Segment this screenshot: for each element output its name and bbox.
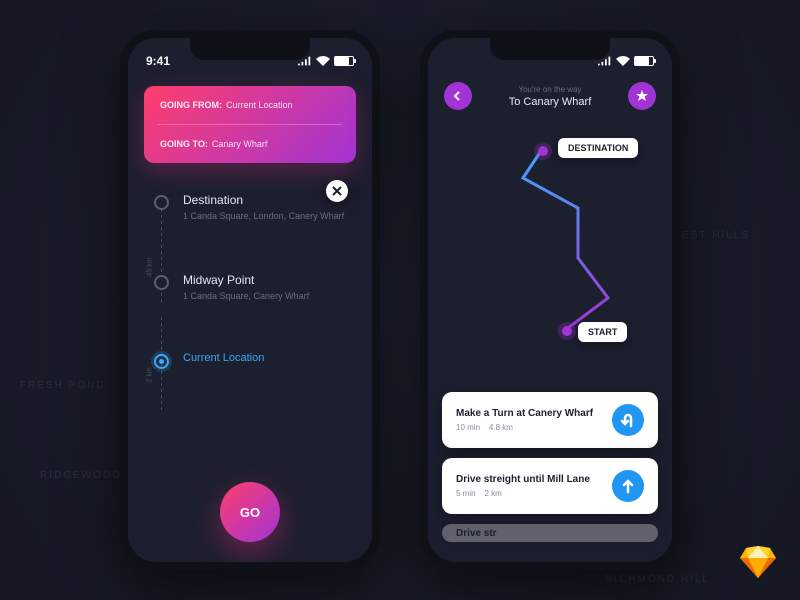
chevron-left-icon	[453, 91, 463, 101]
waypoint-destination[interactable]: Destination 1 Canda Square, London, Cane…	[154, 193, 346, 223]
start-pill[interactable]: START	[578, 322, 627, 342]
direction-meta: 10 min 4.8 km	[456, 423, 593, 432]
map-view[interactable]: DESTINATION START	[428, 118, 672, 378]
star-icon	[636, 90, 648, 102]
route-input-card[interactable]: GOING FROM: Current Location GOING TO: C…	[144, 86, 356, 163]
destination-pill[interactable]: DESTINATION	[558, 138, 638, 158]
direction-text: Make a Turn at Canery Wharf	[456, 408, 593, 419]
direction-card[interactable]: Drive streight until Mill Lane 5 min 2 k…	[442, 458, 658, 514]
route-from-value: Current Location	[226, 100, 293, 110]
phone-notch	[490, 38, 610, 60]
uturn-icon	[612, 404, 644, 436]
battery-icon	[334, 56, 354, 66]
waypoint-dot-icon	[154, 275, 169, 290]
waypoint-distance: 45 km	[147, 257, 154, 276]
direction-text: Drive str	[456, 528, 497, 539]
route-path	[428, 118, 672, 378]
start-marker-icon	[562, 326, 572, 336]
nav-title: To Canary Wharf	[472, 96, 628, 108]
route-to-row[interactable]: GOING TO: Canary Wharf	[144, 125, 356, 163]
direction-meta: 5 min 2 km	[456, 489, 590, 498]
back-button[interactable]	[444, 82, 472, 110]
route-to-value: Canary Wharf	[212, 139, 268, 149]
bg-label: RICHMOND HILL	[605, 574, 710, 585]
waypoint-dot-icon	[154, 195, 169, 210]
waypoints-list: 45 km 2 km Destination 1 Canda Square, L…	[154, 193, 346, 369]
status-time: 9:41	[146, 54, 170, 68]
battery-icon	[634, 56, 654, 66]
go-button-label: GO	[240, 505, 260, 520]
waypoint-midway[interactable]: Midway Point 1 Canda Square, Canery Whar…	[154, 273, 346, 303]
route-to-label: GOING TO:	[160, 139, 208, 149]
direction-card[interactable]: Make a Turn at Canery Wharf 10 min 4.8 k…	[442, 392, 658, 448]
directions-list[interactable]: Make a Turn at Canery Wharf 10 min 4.8 k…	[428, 392, 672, 562]
waypoint-current-label: Current Location	[183, 352, 264, 369]
phone-notch	[190, 38, 310, 60]
go-button[interactable]: GO	[220, 482, 280, 542]
destination-marker-icon	[538, 146, 548, 156]
phone-route-input: 9:41 GOING FROM: Current Location GOING …	[120, 30, 380, 570]
wifi-icon	[616, 56, 630, 66]
straight-arrow-icon	[612, 470, 644, 502]
direction-card[interactable]: Drive str	[442, 524, 658, 542]
waypoint-subtitle: 1 Canda Square, London, Canery Wharf	[183, 210, 344, 223]
wifi-icon	[316, 56, 330, 66]
waypoint-distance: 2 km	[147, 367, 154, 382]
favorite-button[interactable]	[628, 82, 656, 110]
nav-header: You're on the way To Canary Wharf	[428, 72, 672, 118]
direction-text: Drive streight until Mill Lane	[456, 474, 590, 485]
waypoint-subtitle: 1 Canda Square, Canery Wharf	[183, 290, 309, 303]
sketch-logo-icon	[738, 542, 778, 582]
waypoint-title: Midway Point	[183, 273, 309, 287]
waypoint-current[interactable]: Current Location	[154, 352, 346, 369]
nav-subtitle: You're on the way	[472, 85, 628, 94]
waypoint-title: Destination	[183, 193, 344, 207]
route-from-row[interactable]: GOING FROM: Current Location	[144, 86, 356, 124]
phone-navigation: You're on the way To Canary Wharf DESTIN…	[420, 30, 680, 570]
route-from-label: GOING FROM:	[160, 100, 222, 110]
current-location-dot-icon	[154, 354, 169, 369]
